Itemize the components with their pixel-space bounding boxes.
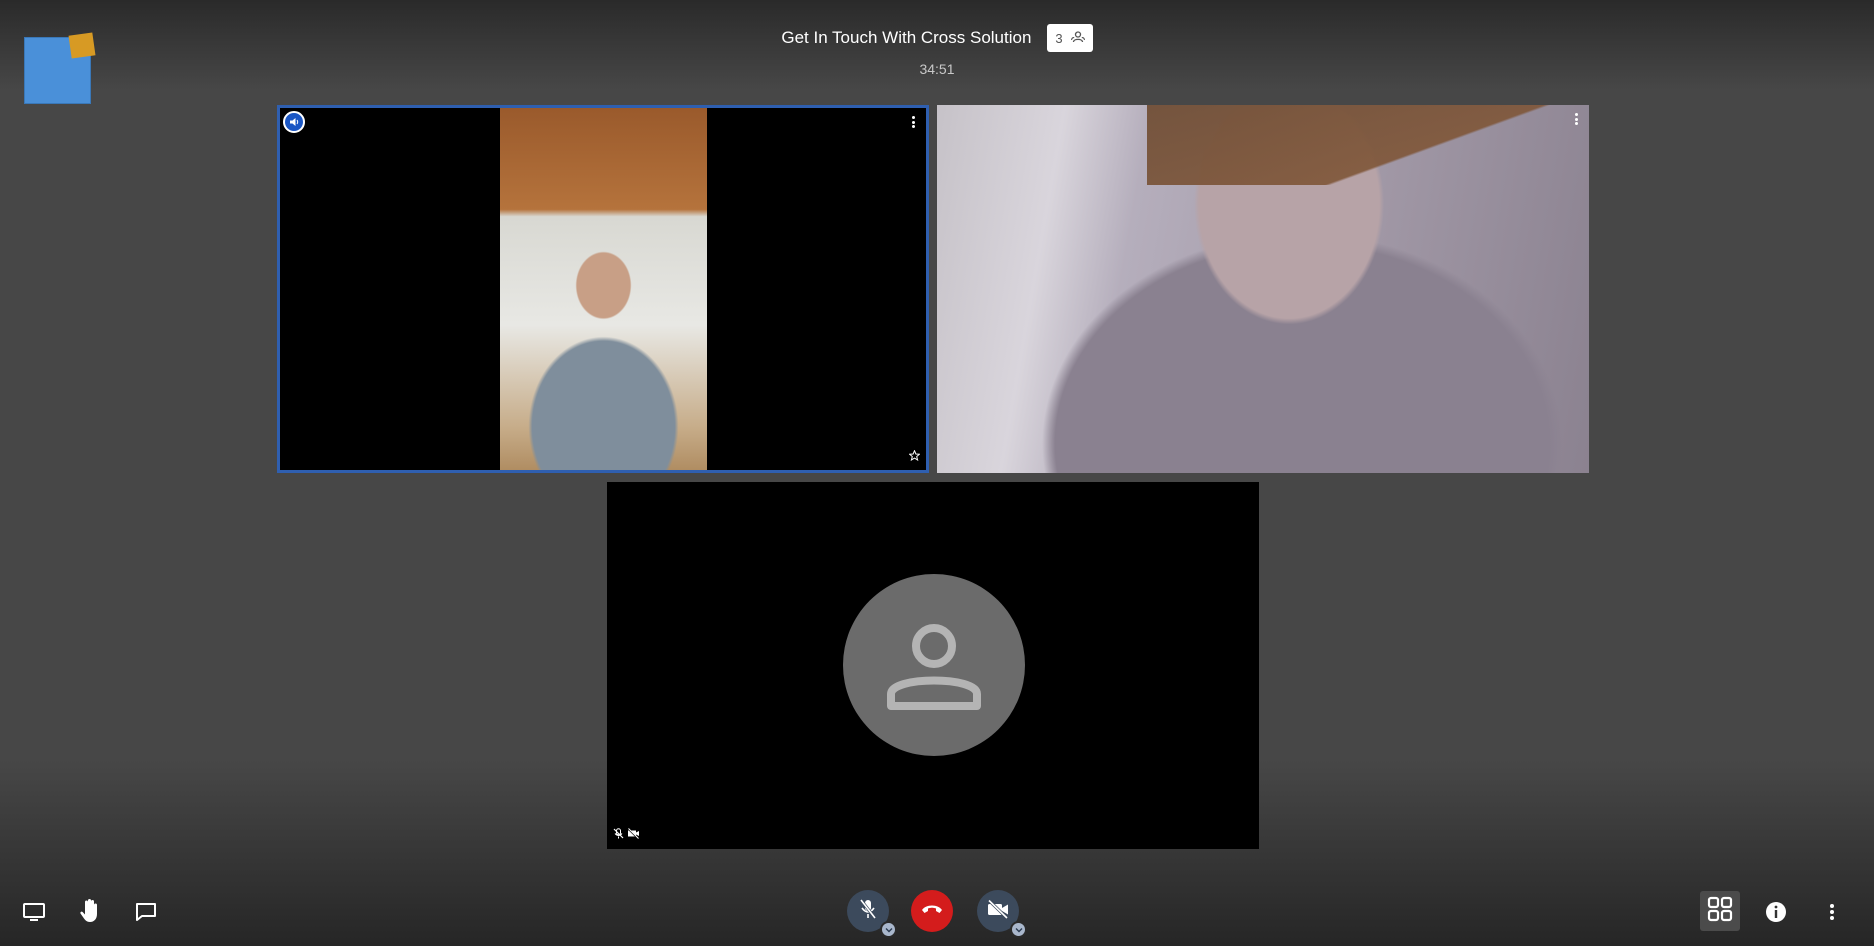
tile-view-icon <box>1707 896 1733 927</box>
chat-icon[interactable] <box>132 898 160 926</box>
chevron-down-icon[interactable] <box>1010 921 1027 938</box>
chevron-down-icon[interactable] <box>880 921 897 938</box>
camera-button[interactable] <box>977 890 1027 938</box>
participant-count-badge[interactable]: 3 <box>1047 24 1093 52</box>
star-icon[interactable] <box>908 448 921 466</box>
muted-status <box>613 826 640 844</box>
participant-count: 3 <box>1055 30 1063 46</box>
participants-icon <box>1070 30 1085 46</box>
hangup-icon <box>920 902 944 920</box>
microphone-button[interactable] <box>847 890 897 938</box>
participant-tile-2[interactable] <box>937 105 1589 473</box>
participant-video-2 <box>937 105 1589 473</box>
raise-hand-icon[interactable] <box>76 896 104 926</box>
overflow-menu-icon[interactable] <box>1822 899 1842 925</box>
person-avatar-icon <box>843 574 1025 756</box>
more-options-icon[interactable] <box>1571 111 1581 127</box>
more-options-icon[interactable] <box>908 114 918 130</box>
participant-video-1 <box>500 108 707 470</box>
meeting-title: Get In Touch With Cross Solution <box>781 28 1032 47</box>
dominant-speaker-icon <box>283 111 305 133</box>
participant-tile-3[interactable] <box>607 482 1259 849</box>
screen-share-icon[interactable] <box>20 898 48 926</box>
participant-tile-1[interactable] <box>277 105 929 473</box>
hangup-button[interactable] <box>911 890 953 932</box>
info-icon[interactable] <box>1763 899 1789 925</box>
mic-off-icon <box>858 898 878 925</box>
meeting-header: Get In Touch With Cross Solution 3 34:51 <box>0 24 1874 77</box>
mic-off-icon <box>613 826 624 844</box>
camera-off-icon <box>627 826 640 844</box>
tile-view-button[interactable] <box>1700 891 1740 931</box>
video-ceiling-shade <box>1147 105 1589 185</box>
meeting-timer: 34:51 <box>919 61 955 77</box>
camera-off-icon <box>986 898 1010 924</box>
